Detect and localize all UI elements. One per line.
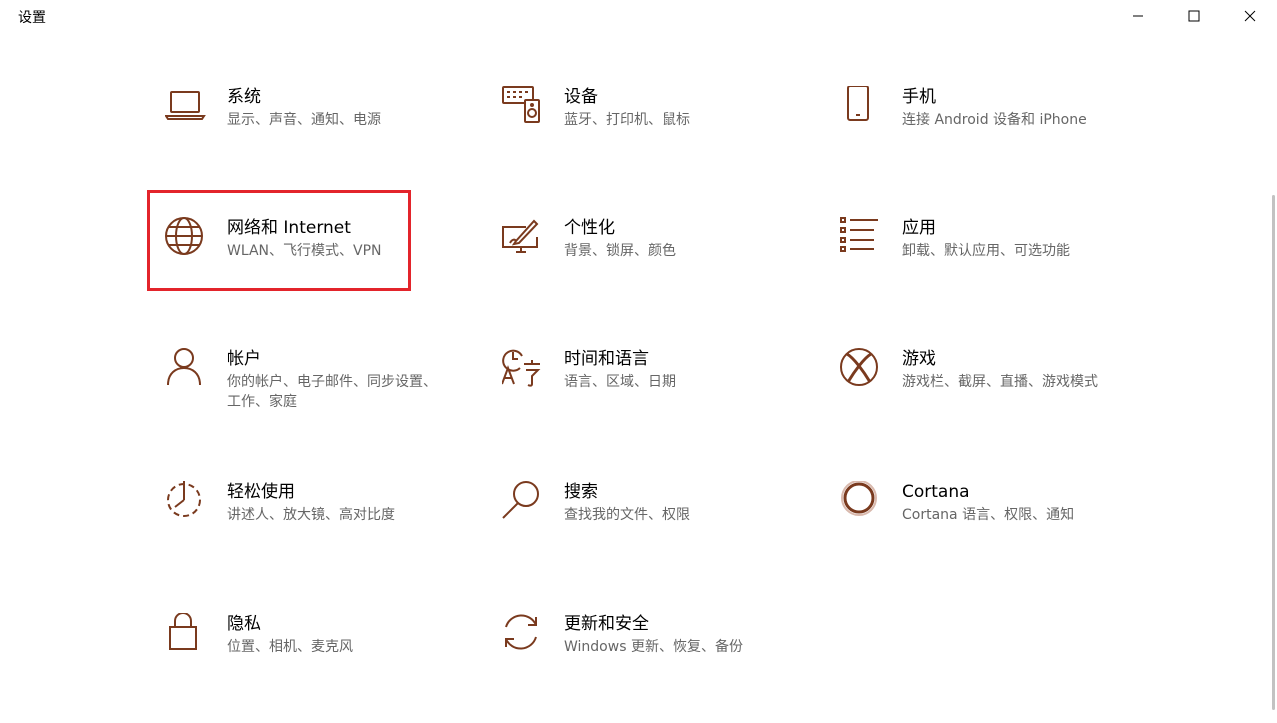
tile-desc: 查找我的文件、权限 [564,507,690,523]
tile-accounts[interactable]: 帐户 你的帐户、电子邮件、同步设置、工作、家庭 [165,348,465,438]
tile-desc: 卸载、默认应用、可选功能 [902,243,1070,259]
tile-ease-of-access[interactable]: 轻松使用 讲述人、放大镜、高对比度 [165,481,465,571]
tile-name: 设备 [564,87,598,107]
maximize-button[interactable] [1166,0,1222,32]
lock-icon [165,613,207,655]
tile-desc: 背景、锁屏、颜色 [564,243,676,259]
tile-name: 时间和语言 [564,349,649,369]
tile-name: 搜索 [564,482,598,502]
window-title: 设置 [18,10,46,26]
xbox-icon [840,348,882,390]
person-icon [165,348,207,390]
tile-name: Cortana [902,482,970,502]
tile-name: 游戏 [902,349,936,369]
tile-name: 应用 [902,218,936,238]
tile-desc: 蓝牙、打印机、鼠标 [564,112,690,128]
tile-personalization[interactable]: 个性化 背景、锁屏、颜色 [502,217,802,307]
tile-desc: 讲述人、放大镜、高对比度 [227,507,395,523]
tile-network-internet[interactable]: 网络和 Internet WLAN、飞行模式、VPN [165,217,465,307]
tile-name: 轻松使用 [227,482,295,502]
tile-phone[interactable]: 手机 连接 Android 设备和 iPhone [840,86,1140,176]
tile-desc: WLAN、飞行模式、VPN [227,243,382,259]
minimize-icon [1133,15,1143,17]
tile-name: 隐私 [227,614,261,634]
tile-time-language[interactable]: 时间和语言 语言、区域、日期 [502,348,802,438]
tile-desc: 你的帐户、电子邮件、同步设置、工作、家庭 [227,374,437,410]
tile-desc: 显示、声音、通知、电源 [227,112,381,128]
tile-name: 帐户 [227,349,261,369]
tile-privacy[interactable]: 隐私 位置、相机、麦克风 [165,613,465,703]
tile-gaming[interactable]: 游戏 游戏栏、截屏、直播、游戏模式 [840,348,1140,438]
tile-cortana[interactable]: Cortana Cortana 语言、权限、通知 [840,481,1140,571]
personalization-icon [502,217,544,259]
tile-name: 系统 [227,87,261,107]
ease-of-access-icon [165,481,207,523]
minimize-button[interactable] [1110,0,1166,32]
tile-apps[interactable]: 应用 卸载、默认应用、可选功能 [840,217,1140,307]
globe-icon [165,217,207,259]
title-bar: 设置 [0,0,1277,32]
laptop-icon [165,86,207,128]
tile-name: 个性化 [564,218,615,238]
tile-name: 手机 [902,87,936,107]
scrollbar[interactable] [1272,195,1275,710]
update-icon [502,613,544,655]
apps-list-icon [840,217,882,259]
tile-update-security[interactable]: 更新和安全 Windows 更新、恢复、备份 [502,613,802,703]
devices-icon [502,86,544,128]
search-icon [502,481,544,523]
close-button[interactable] [1222,0,1277,32]
tile-system[interactable]: 系统 显示、声音、通知、电源 [165,86,465,176]
tile-desc: 游戏栏、截屏、直播、游戏模式 [902,374,1098,390]
close-icon [1244,10,1256,22]
maximize-icon [1188,10,1200,22]
tile-desc: Windows 更新、恢复、备份 [564,639,743,655]
phone-icon [840,86,882,128]
tile-desc: Cortana 语言、权限、通知 [902,507,1075,523]
tile-desc: 连接 Android 设备和 iPhone [902,112,1087,128]
tile-devices[interactable]: 设备 蓝牙、打印机、鼠标 [502,86,802,176]
tile-name: 更新和安全 [564,614,649,634]
tile-desc: 语言、区域、日期 [564,374,676,390]
tile-search[interactable]: 搜索 查找我的文件、权限 [502,481,802,571]
cortana-icon [840,481,882,523]
tile-name: 网络和 Internet [227,218,351,238]
tile-desc: 位置、相机、麦克风 [227,639,353,655]
time-language-icon [502,348,544,390]
